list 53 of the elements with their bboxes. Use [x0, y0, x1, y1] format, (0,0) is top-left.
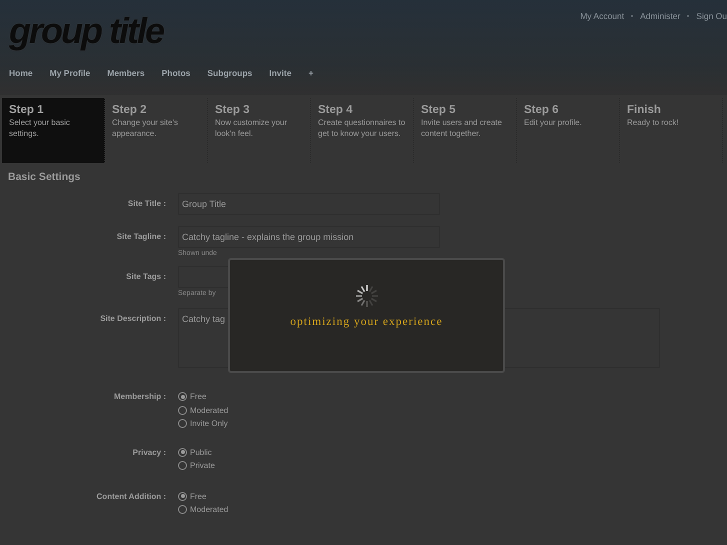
- radio-button[interactable]: [178, 505, 187, 514]
- radio-selected[interactable]: [178, 392, 187, 402]
- section-title: Basic Settings: [7, 170, 82, 183]
- nav-link[interactable]: Home: [9, 68, 33, 78]
- radio-selected[interactable]: [178, 448, 187, 457]
- account-link[interactable]: Administer: [640, 11, 680, 21]
- radio-label: Free: [190, 392, 206, 402]
- separator-dot: [631, 15, 634, 17]
- loading-message: optimizing your experience: [290, 316, 443, 328]
- nav-link[interactable]: Photos: [162, 68, 190, 78]
- radio-label: Moderated: [190, 406, 228, 415]
- radio-label: Private: [190, 461, 215, 470]
- step-title: Step 6: [524, 104, 560, 116]
- field-label: Site Description :: [99, 313, 166, 325]
- field-label: Content Addition :: [96, 490, 166, 502]
- step-title: Step 4: [318, 104, 354, 116]
- account-link[interactable]: My Account: [580, 11, 624, 21]
- radio-button[interactable]: [178, 419, 187, 428]
- step-description: Ready to rock!: [627, 117, 680, 128]
- nav-link[interactable]: Subgroups: [207, 68, 252, 78]
- step-description: Change your site's appearance.: [112, 117, 180, 139]
- nav-link[interactable]: Members: [107, 68, 145, 78]
- loading-spinner-icon: [354, 284, 378, 308]
- step-title: Step 1: [9, 104, 45, 116]
- radio-button[interactable]: [178, 461, 187, 470]
- nav-link[interactable]: Invite: [269, 68, 292, 78]
- step-description: Select your basic settings.: [9, 117, 71, 139]
- separator-dot: [687, 15, 690, 17]
- nav-link[interactable]: +: [308, 68, 314, 78]
- radio-label: Public: [190, 448, 212, 457]
- radio-label: Moderated: [190, 505, 228, 514]
- nav-link[interactable]: My Profile: [50, 68, 90, 78]
- field-label: Site Tags :: [125, 271, 166, 283]
- text-field[interactable]: Catchy tagline - explains the group mission: [178, 226, 440, 248]
- field-label: Privacy :: [132, 446, 166, 459]
- step-title: Step 5: [421, 104, 457, 116]
- step-title: Finish: [627, 104, 662, 116]
- step-title: Step 3: [215, 104, 251, 116]
- step-description: Invite users and create content together.: [421, 117, 503, 139]
- radio-label: Invite Only: [190, 419, 228, 428]
- field-label: Site Tagline :: [116, 231, 166, 243]
- step-description: Now customize your look'n feel.: [215, 117, 288, 139]
- radio-label: Free: [190, 492, 206, 501]
- account-link[interactable]: Sign Ou: [696, 11, 727, 21]
- field-label: Membership :: [112, 391, 166, 403]
- radio-selected[interactable]: [178, 492, 187, 501]
- wizard-step[interactable]: Step 1 Select your basic settings.: [2, 98, 105, 163]
- step-description: Edit your profile.: [524, 117, 583, 128]
- field-label: Site Title :: [126, 198, 166, 210]
- step-description: Create questionnaires to get to know your users.: [318, 117, 406, 139]
- step-title: Step 2: [112, 104, 148, 116]
- radio-button[interactable]: [178, 406, 187, 415]
- text-field[interactable]: Group Title: [178, 193, 440, 215]
